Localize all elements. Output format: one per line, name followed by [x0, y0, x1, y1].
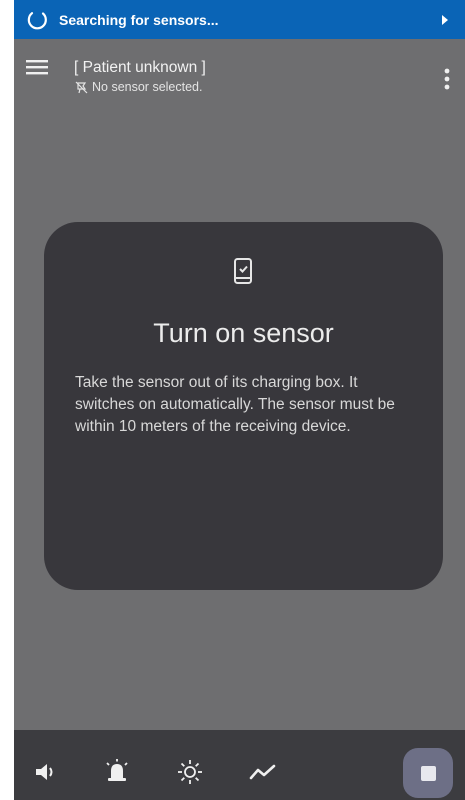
volume-icon[interactable]: [32, 757, 62, 787]
card-title: Turn on sensor: [153, 318, 334, 348]
header-title-block: [ Patient unknown ] No sensor selected.: [74, 59, 206, 94]
stop-button[interactable]: [403, 748, 453, 798]
sensor-status-text: No sensor selected.: [92, 80, 203, 94]
stop-icon: [420, 765, 436, 781]
phone-check-icon: [230, 256, 256, 286]
app-screen: Searching for sensors... [ Patient unkno…: [14, 0, 465, 800]
menu-button[interactable]: [24, 58, 50, 80]
trend-icon[interactable]: [248, 757, 278, 787]
search-status-banner[interactable]: Searching for sensors...: [14, 0, 465, 39]
search-status-text: Searching for sensors...: [59, 11, 219, 28]
patient-name: [ Patient unknown ]: [74, 59, 206, 76]
card-body-text: Take the sensor out of its charging box.…: [75, 374, 395, 435]
sensor-status-row: No sensor selected.: [74, 80, 206, 94]
hamburger-menu-icon: [25, 58, 49, 81]
alarm-icon[interactable]: [102, 757, 132, 787]
brightness-icon[interactable]: [175, 757, 205, 787]
turn-on-sensor-card: Turn on sensor Take the sensor out of it…: [44, 222, 443, 590]
bottom-toolbar: [14, 730, 465, 800]
sensor-off-icon: [74, 80, 88, 94]
overflow-menu-button[interactable]: [443, 68, 451, 94]
more-vertical-icon: [444, 68, 450, 95]
expand-arrow-icon[interactable]: [439, 13, 451, 27]
loading-spinner-icon: [26, 9, 48, 31]
